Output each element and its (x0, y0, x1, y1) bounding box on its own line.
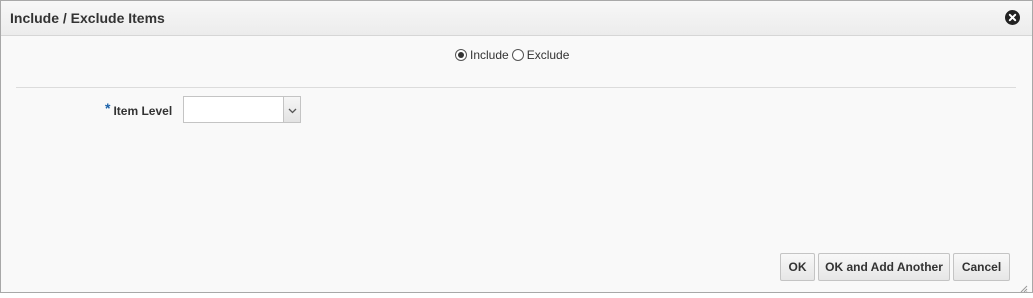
dialog-title: Include / Exclude Items (10, 10, 165, 26)
cancel-button[interactable]: Cancel (953, 253, 1010, 281)
item-level-label-text: Item Level (113, 104, 173, 118)
chevron-down-icon (288, 101, 297, 119)
required-marker: * (105, 100, 111, 116)
dialog-titlebar: Include / Exclude Items (1, 1, 1032, 36)
resize-grip-icon[interactable] (1020, 280, 1028, 293)
include-radio-label[interactable]: Include (470, 48, 509, 62)
exclude-radio[interactable] (511, 49, 524, 61)
ok-and-add-another-button[interactable]: OK and Add Another (818, 253, 950, 281)
close-icon[interactable] (1005, 10, 1020, 25)
item-level-select[interactable] (183, 96, 301, 123)
item-level-dropdown-button[interactable] (283, 97, 300, 122)
include-radio[interactable] (455, 49, 467, 61)
section-divider (16, 87, 1016, 88)
mode-radio-group: Include Exclude (455, 48, 572, 62)
exclude-radio-label[interactable]: Exclude (527, 48, 570, 62)
ok-button[interactable]: OK (780, 253, 815, 281)
include-exclude-dialog: Include / Exclude Items Include Exclude … (0, 0, 1033, 293)
item-level-label: * Item Level (105, 100, 173, 118)
